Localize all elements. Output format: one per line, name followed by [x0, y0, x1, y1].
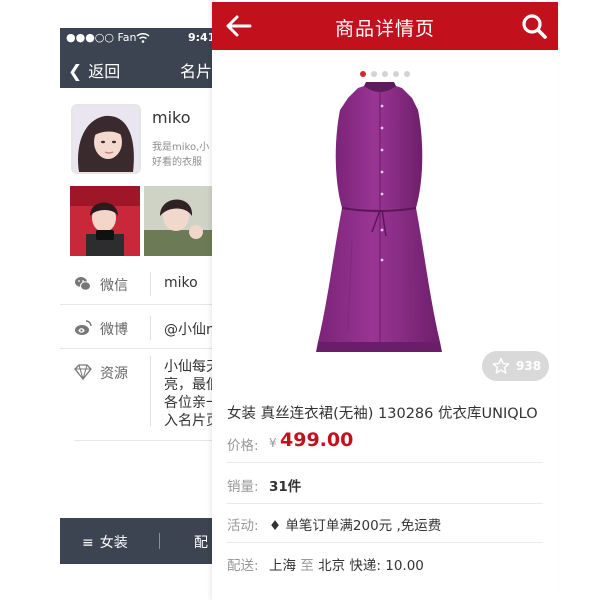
search-icon[interactable] [520, 12, 548, 40]
sales-row: 销量: 31件 [227, 463, 543, 504]
bottom-tab-bar: ≡ 女装 配 [60, 518, 212, 564]
resource-line: 各位亲一 [164, 395, 212, 411]
sales-value: 31件 [269, 479, 302, 495]
product-detail-screen: 商品详情页 938 女装 真丝连衣裙(无袖) 130286 优衣库UNIQLO … [212, 0, 558, 600]
divider [74, 440, 212, 441]
promo-row[interactable]: 活动: ♦ 单笔订单满200元 ,免运费 [227, 502, 543, 543]
star-icon [492, 357, 510, 375]
resource-line: 入名片页 [164, 413, 212, 429]
row-label: 微信 [100, 278, 128, 294]
clock-label: 9:41 [188, 31, 212, 44]
product-title: 女装 真丝连衣裙(无袖) 130286 优衣库UNIQLO [227, 406, 538, 422]
chevron-left-icon: ❮ [68, 62, 83, 82]
resource-line: 亮，最低 [164, 377, 212, 393]
menu-label: 女装 [99, 535, 128, 551]
row-value: @小仙n [164, 322, 212, 338]
row-label: 微博 [100, 322, 128, 338]
shipping-value: 上海 至 北京 快递: 10.00 [269, 554, 424, 574]
carousel-indicator [212, 62, 558, 81]
sales-label: 销量: [227, 479, 259, 495]
tab-next[interactable]: 配 [194, 532, 208, 552]
carousel-dot[interactable] [382, 71, 388, 77]
page-title: 名片 [180, 62, 212, 81]
wechat-icon [74, 275, 92, 293]
carrier-label: ●●●○○ Fan [66, 31, 137, 44]
weibo-icon [74, 319, 92, 337]
bio-line: 好看的衣服 [152, 157, 202, 168]
profile-name: miko [152, 108, 191, 127]
row-value: miko [164, 275, 198, 291]
photo-thumbnail[interactable] [70, 186, 140, 256]
favorite-button[interactable]: 938 [482, 351, 549, 381]
currency-symbol: ¥ [269, 436, 277, 450]
photo-thumbnail[interactable] [144, 186, 212, 256]
page-title: 商品详情页 [334, 18, 435, 40]
shipping-to-word: 至 [300, 558, 314, 574]
divider [159, 533, 160, 549]
divider [150, 356, 151, 426]
weibo-row[interactable]: 微博 @小仙n [60, 308, 212, 349]
carousel-dot[interactable] [393, 71, 399, 77]
promo-value: ♦ 单笔订单满200元 ,免运费 [269, 518, 442, 534]
wifi-icon [136, 32, 150, 46]
shipping-from: 上海 [269, 558, 296, 574]
price-value: 499.00 [280, 429, 354, 451]
category-menu-button[interactable]: ≡ 女装 [82, 532, 128, 552]
price-label: 价格: [227, 438, 259, 454]
carousel-dot[interactable] [404, 71, 410, 77]
price-row: 价格: ¥ 499.00 [227, 422, 543, 463]
status-bar: ●●●○○ Fan 9:41 [60, 28, 212, 48]
shipping-to: 北京 [318, 558, 346, 574]
shipping-row[interactable]: 配送: 上海 至 北京 快递: 10.00 [227, 542, 543, 582]
favorite-count: 938 [516, 359, 542, 373]
navigation-bar: ❮ 返回 名片 [60, 48, 212, 88]
promo-label: 活动: [227, 518, 259, 534]
avatar[interactable] [71, 104, 141, 174]
row-label: 资源 [100, 366, 128, 382]
shipping-method: 快递: 10.00 [349, 558, 424, 574]
resource-text: 小仙每天 亮，最低 各位亲一 入名片页 [164, 358, 212, 430]
shipping-label: 配送: [227, 558, 259, 574]
carousel-dot-active[interactable] [360, 71, 366, 77]
back-button[interactable]: ❮ 返回 [68, 58, 120, 82]
profile-bio: 我是miko,小 好看的衣服 [152, 140, 212, 170]
diamond-icon [74, 363, 92, 381]
back-label: 返回 [88, 62, 121, 81]
wechat-row[interactable]: 微信 miko [60, 264, 212, 305]
header-bar: 商品详情页 [212, 2, 558, 50]
product-image[interactable] [312, 80, 447, 360]
resource-line: 小仙每天 [164, 359, 212, 375]
divider [150, 272, 151, 296]
menu-icon: ≡ [82, 535, 94, 551]
divider [150, 316, 151, 340]
name-card-screen: ●●●○○ Fan 9:41 ❮ 返回 名片 miko 我是miko,小 好看的衣… [60, 28, 212, 594]
carousel-dot[interactable] [371, 71, 377, 77]
bio-line: 我是miko,小 [152, 142, 210, 153]
